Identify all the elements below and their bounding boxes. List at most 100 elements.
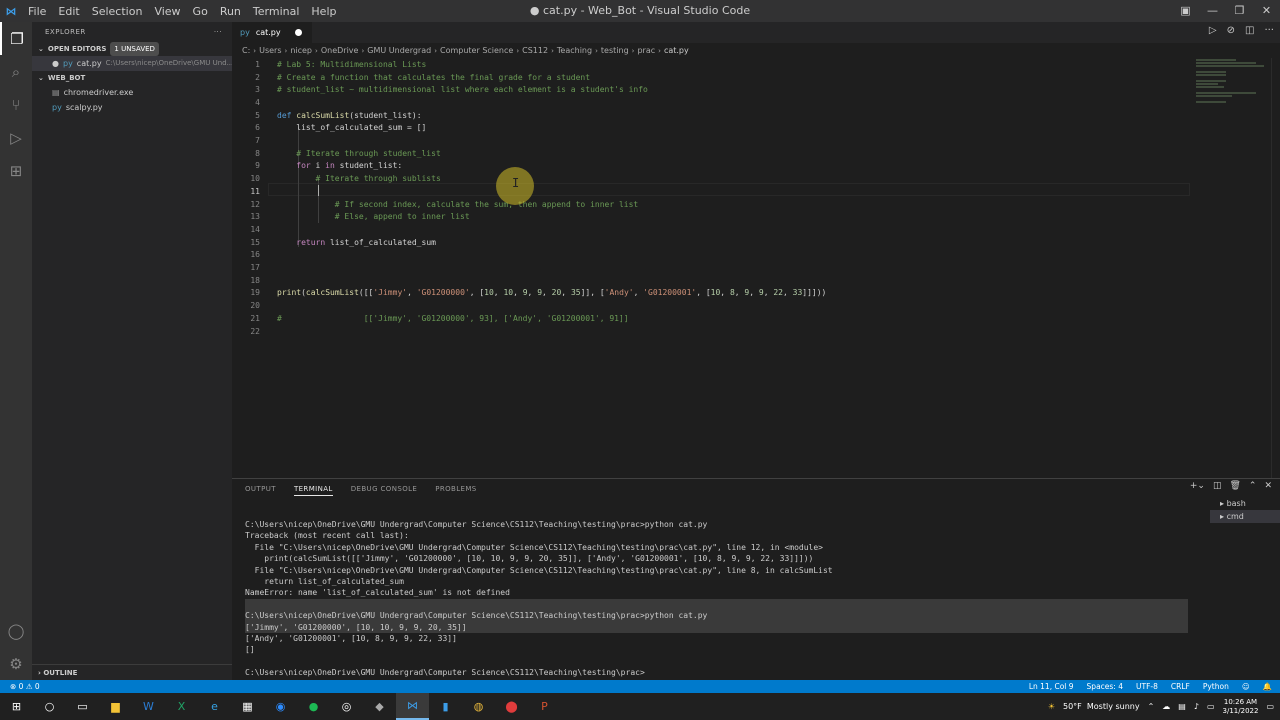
- file-explorer-icon[interactable]: ▆: [99, 693, 132, 720]
- windows-icon[interactable]: ⊞: [0, 693, 33, 720]
- code-line[interactable]: 1 # Lab 5: Multidimensional Lists: [232, 58, 426, 71]
- tab-terminal[interactable]: TERMINAL: [293, 482, 333, 496]
- more-actions-icon[interactable]: ···: [214, 22, 222, 42]
- breadcrumb-item[interactable]: GMU Undergrad: [367, 46, 431, 55]
- run-icon[interactable]: ▷: [1209, 25, 1217, 36]
- code-editor[interactable]: 1 # Lab 5: Multidimensional Lists 2 # Creat…: [232, 58, 1192, 478]
- indentation[interactable]: Spaces: 4: [1087, 682, 1123, 691]
- terminal-item-cmd[interactable]: ▸ cmd: [1210, 510, 1280, 523]
- search-icon[interactable]: ○: [33, 693, 66, 720]
- chrome-icon[interactable]: ◍: [462, 693, 495, 720]
- restore-button[interactable]: ❐: [1226, 0, 1253, 22]
- recorder-icon[interactable]: ⬤: [495, 693, 528, 720]
- code-line[interactable]: 21 # [['Jimmy', 'G01200000', 93], ['Andy'…: [232, 312, 628, 325]
- file-item[interactable]: ▤ chromedriver.exe: [32, 85, 232, 100]
- breadcrumb-item[interactable]: cat.py: [664, 46, 689, 55]
- menu-file[interactable]: File: [22, 5, 52, 18]
- file-item[interactable]: py scalpy.py: [32, 100, 232, 115]
- git-icon[interactable]: ◆: [363, 693, 396, 720]
- code-line[interactable]: 19 print(calcSumList([['Jimmy', 'G0120000…: [232, 287, 826, 300]
- code-line[interactable]: 7: [232, 134, 260, 147]
- code-line[interactable]: 3 # student_list ~ multidimensional list …: [232, 83, 648, 96]
- terminal-item-bash[interactable]: ▸ bash: [1210, 497, 1280, 510]
- code-line[interactable]: 11: [232, 185, 260, 198]
- cursor-position[interactable]: Ln 11, Col 9: [1029, 682, 1074, 691]
- settings-icon[interactable]: ⚙: [0, 647, 32, 680]
- menu-edit[interactable]: Edit: [52, 5, 85, 18]
- tab-cat-py[interactable]: py cat.py: [232, 22, 312, 43]
- feedback-icon[interactable]: ☺: [1242, 682, 1250, 691]
- tray-up-icon[interactable]: ⌃: [1148, 702, 1155, 711]
- breadcrumb-item[interactable]: CS112: [522, 46, 548, 55]
- breadcrumb-item[interactable]: testing: [601, 46, 629, 55]
- code-line[interactable]: 2 # Create a function that calculates the…: [232, 71, 590, 84]
- open-editor-item[interactable]: ● py cat.py C:\Users\nicep\OneDrive\GMU …: [32, 56, 232, 71]
- open-editors-section[interactable]: ⌄ OPEN EDITORS 1 UNSAVED: [32, 42, 232, 56]
- new-terminal-icon[interactable]: +⌄: [1190, 481, 1205, 491]
- close-button[interactable]: ✕: [1253, 0, 1280, 22]
- language-mode[interactable]: Python: [1203, 682, 1229, 691]
- notification-center-icon[interactable]: ▭: [1266, 702, 1274, 711]
- tab-problems[interactable]: PROBLEMS: [435, 482, 476, 496]
- menu-run[interactable]: Run: [214, 5, 247, 18]
- code-line[interactable]: 13 # Else, append to inner list: [232, 210, 469, 223]
- breadcrumb-item[interactable]: prac: [637, 46, 655, 55]
- outline-section[interactable]: › OUTLINE: [32, 664, 232, 680]
- explorer-icon[interactable]: ❐: [0, 22, 32, 55]
- open-changes-icon[interactable]: ⊘: [1227, 25, 1235, 36]
- code-line[interactable]: 12 # If second index, calculate the sum,…: [232, 198, 638, 211]
- code-line[interactable]: 15 return list_of_calculated_sum: [232, 236, 436, 249]
- spotify-icon[interactable]: ●: [297, 693, 330, 720]
- end-of-line[interactable]: CRLF: [1171, 682, 1190, 691]
- zoom-icon[interactable]: ◉: [264, 693, 297, 720]
- breadcrumb-item[interactable]: Teaching: [557, 46, 592, 55]
- workspace-section[interactable]: ⌄ WEB_BOT: [32, 71, 232, 85]
- menu-help[interactable]: Help: [305, 5, 342, 18]
- code-line[interactable]: 6 list_of_calculated_sum = []: [232, 122, 426, 135]
- close-panel-icon[interactable]: ✕: [1264, 481, 1272, 491]
- volume-icon[interactable]: ♪: [1194, 702, 1199, 711]
- cloud-icon[interactable]: ☁: [1162, 702, 1170, 711]
- task-view-icon[interactable]: ▭: [66, 693, 99, 720]
- tab-output[interactable]: OUTPUT: [245, 482, 276, 496]
- menu-view[interactable]: View: [148, 5, 186, 18]
- code-line[interactable]: 17: [232, 261, 260, 274]
- breadcrumb-item[interactable]: nicep: [290, 46, 312, 55]
- unsaved-dot-icon[interactable]: [295, 29, 302, 36]
- account-icon[interactable]: ◯: [0, 614, 32, 647]
- menu-terminal[interactable]: Terminal: [247, 5, 306, 18]
- code-line[interactable]: 16: [232, 249, 260, 262]
- editor-scrollbar[interactable]: [1271, 58, 1280, 478]
- maximize-panel-icon[interactable]: ⌃: [1249, 481, 1257, 491]
- more-actions-icon[interactable]: ···: [1264, 25, 1274, 36]
- encoding[interactable]: UTF-8: [1136, 682, 1158, 691]
- code-line[interactable]: 8 # Iterate through student_list: [232, 147, 441, 160]
- minimap[interactable]: [1192, 58, 1272, 128]
- code-line[interactable]: 9 for i in student_list:: [232, 160, 402, 173]
- code-line[interactable]: 4: [232, 96, 260, 109]
- vscode-icon[interactable]: ⋈: [396, 693, 429, 720]
- problems-indicator[interactable]: ⊗ 0 ⚠ 0: [10, 682, 40, 691]
- breadcrumb-item[interactable]: C:: [242, 46, 250, 55]
- breadcrumb-item[interactable]: OneDrive: [321, 46, 359, 55]
- word-icon[interactable]: W: [132, 693, 165, 720]
- clock[interactable]: 10:26 AM 3/11/2022: [1223, 698, 1259, 716]
- split-editor-icon[interactable]: ◫: [1245, 25, 1254, 36]
- menu-go[interactable]: Go: [187, 5, 214, 18]
- search-icon[interactable]: ⌕: [0, 55, 32, 88]
- weather[interactable]: 50°F Mostly sunny: [1063, 702, 1140, 711]
- run-debug-icon[interactable]: ▷: [0, 121, 32, 154]
- menu-selection[interactable]: Selection: [86, 5, 149, 18]
- extensions-icon[interactable]: ⊞: [0, 154, 32, 187]
- tab-debug-console[interactable]: DEBUG CONSOLE: [351, 482, 418, 496]
- notifications-icon[interactable]: 🔔: [1263, 682, 1272, 691]
- kill-terminal-icon[interactable]: 🗑: [1229, 481, 1240, 491]
- source-control-icon[interactable]: ⑂: [0, 88, 32, 121]
- code-line[interactable]: 14: [232, 223, 260, 236]
- code-line[interactable]: 20: [232, 299, 260, 312]
- unsaved-dot-icon[interactable]: ●: [52, 56, 59, 71]
- terminal-output[interactable]: C:\Users\nicep\OneDrive\GMU Undergrad\Co…: [245, 519, 1188, 678]
- edge-icon[interactable]: e: [198, 693, 231, 720]
- network-icon[interactable]: ▤: [1178, 702, 1186, 711]
- layout-icon[interactable]: ▣: [1172, 0, 1199, 22]
